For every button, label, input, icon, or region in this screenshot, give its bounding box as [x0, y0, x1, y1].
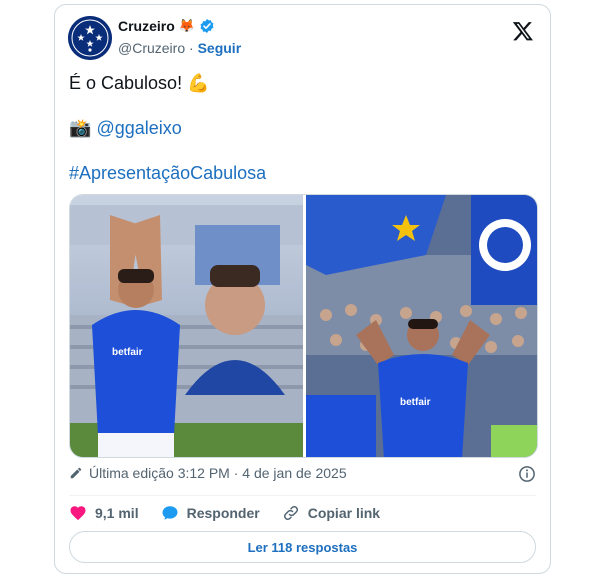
copy-link-label: Copiar link	[307, 505, 381, 521]
speech-bubble-icon	[162, 506, 178, 520]
avatar[interactable]	[68, 16, 112, 60]
divider	[69, 495, 536, 496]
tweet-header: Cruzeiro 🦊 @Cruzeiro · Seguir	[68, 16, 538, 62]
player-crossed-arms-photo[interactable]: betfair	[70, 195, 303, 457]
edit-meta: Última edição 3:12 PM · 4 de jan de 2025	[69, 465, 347, 481]
edited-timestamp[interactable]: Última edição 3:12 PM · 4 de jan de 2025	[89, 465, 347, 481]
verified-badge-icon	[200, 19, 214, 33]
camera-emoji: 📸	[69, 118, 92, 138]
media-grid[interactable]: betfair betfair	[69, 194, 538, 458]
mention-link[interactable]: @ggaleixo	[96, 118, 181, 138]
read-replies-button[interactable]: Ler 118 respostas	[69, 531, 536, 563]
heart-icon	[70, 506, 86, 521]
reply-label: Responder	[186, 505, 260, 521]
tweet-card: Cruzeiro 🦊 @Cruzeiro · Seguir É o Cabulo…	[54, 4, 551, 574]
link-icon	[283, 505, 298, 521]
hashtag-link[interactable]: #ApresentaçãoCabulosa	[69, 163, 266, 184]
svg-text:betfair: betfair	[112, 347, 143, 358]
x-logo-icon[interactable]	[512, 20, 534, 42]
tweet-text: É o Cabuloso! 💪	[69, 73, 210, 93]
player-flexing-crowd-photo[interactable]: betfair	[306, 195, 537, 457]
copy-link-button[interactable]: Copiar link	[282, 504, 380, 522]
separator-dot: ·	[189, 40, 194, 56]
action-bar: 9,1 mil Responder Copiar link	[69, 502, 402, 524]
info-icon[interactable]	[518, 465, 536, 483]
follow-button[interactable]: Seguir	[198, 40, 242, 56]
fox-emoji: 🦊	[178, 18, 195, 33]
account-name[interactable]: Cruzeiro	[118, 18, 175, 34]
account-handle[interactable]: @Cruzeiro	[118, 40, 185, 56]
svg-text:betfair: betfair	[400, 397, 431, 408]
cruzeiro-stars-icon	[68, 16, 112, 60]
photo-credit-line: 📸 @ggaleixo	[69, 118, 182, 139]
like-button[interactable]: 9,1 mil	[69, 504, 139, 522]
pencil-icon	[70, 467, 82, 479]
like-count: 9,1 mil	[95, 505, 139, 521]
reply-button[interactable]: Responder	[161, 504, 260, 522]
